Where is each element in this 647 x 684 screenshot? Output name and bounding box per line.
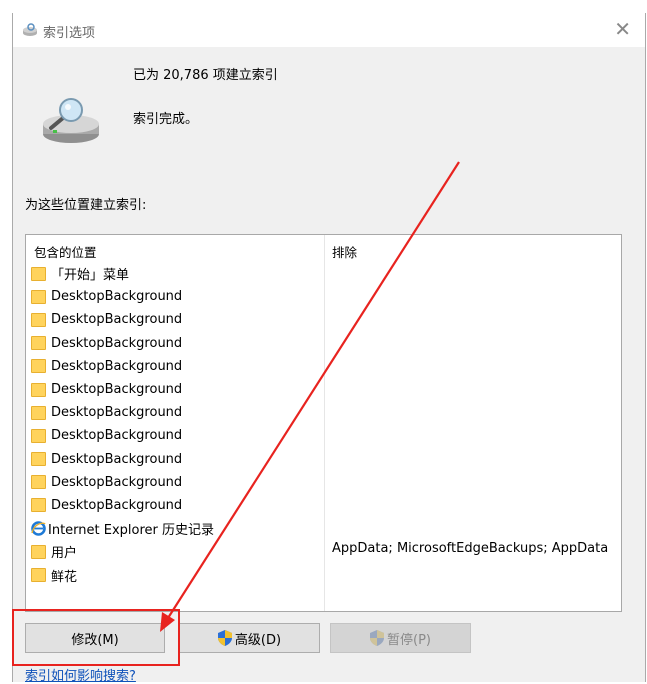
annotation-arrow — [160, 161, 460, 632]
